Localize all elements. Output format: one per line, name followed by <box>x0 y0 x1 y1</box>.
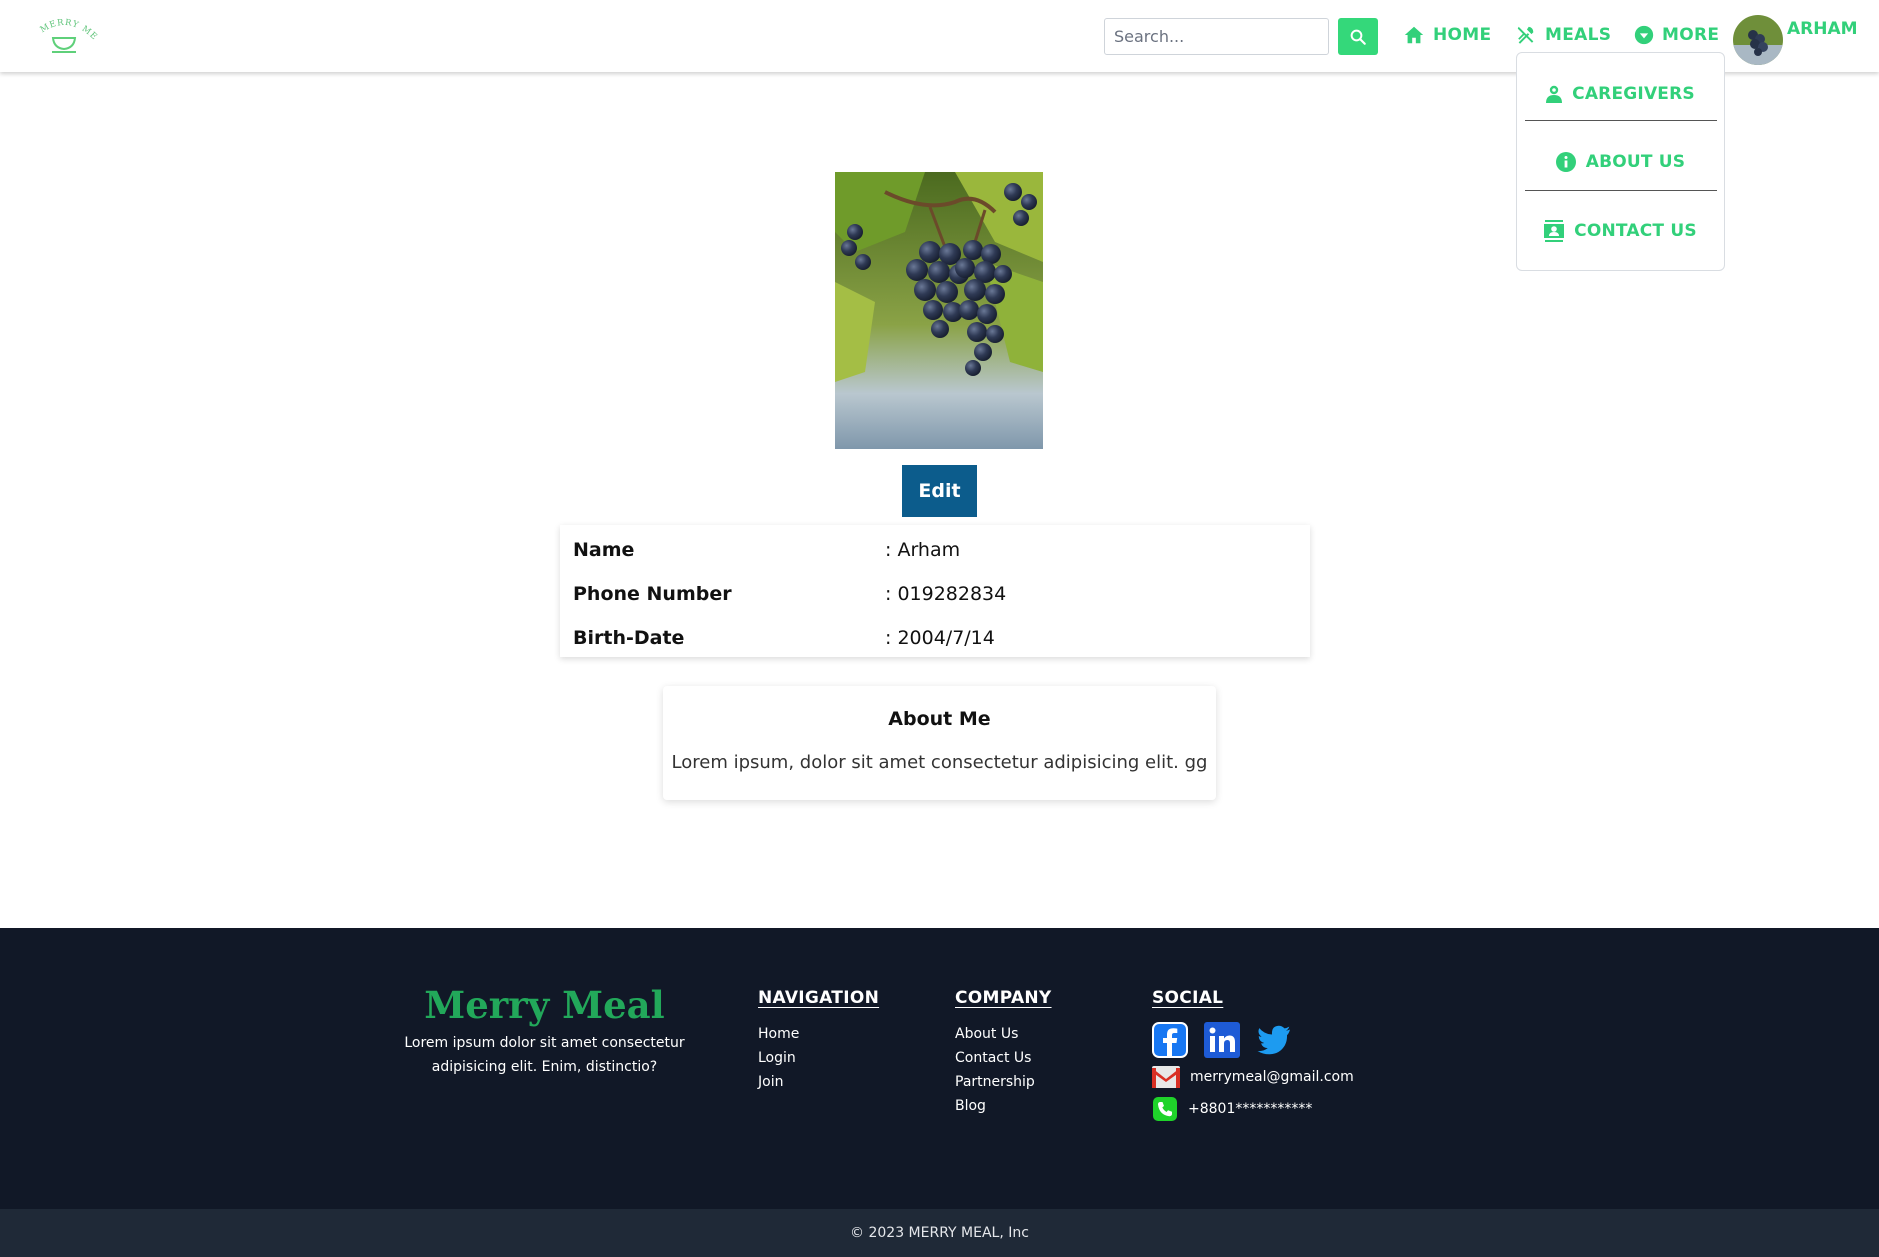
nav-meals[interactable]: MEALS <box>1515 20 1611 50</box>
info-row-phone: Phone Number : 019282834 <box>560 583 1310 613</box>
footer-navigation: NAVIGATION Home Login Join <box>758 988 879 1094</box>
footer-navigation-title: NAVIGATION <box>758 988 880 1008</box>
avatar-grapes-image <box>1733 15 1783 65</box>
user-avatar[interactable] <box>1733 15 1783 65</box>
footer-social-title: SOCIAL <box>1152 988 1224 1008</box>
info-icon <box>1555 152 1576 172</box>
footer-link-blog[interactable]: Blog <box>955 1094 1052 1118</box>
field-label: Phone Number <box>573 583 732 605</box>
utensils-icon <box>1517 26 1534 44</box>
nav-meals-label: MEALS <box>1545 25 1612 45</box>
person-icon <box>1546 85 1563 103</box>
footer-brand-text: Lorem ipsum dolor sit amet consectetur a… <box>404 1035 685 1075</box>
footer-link-join[interactable]: Join <box>758 1070 879 1094</box>
field-label: Name <box>573 539 635 561</box>
search-button[interactable] <box>1338 18 1378 55</box>
chevron-down-circle-icon <box>1634 25 1654 45</box>
field-value: : 2004/7/14 <box>885 627 995 649</box>
footer-link-home[interactable]: Home <box>758 1022 879 1046</box>
social-icons <box>1152 1022 1354 1058</box>
phone-icon <box>1153 1097 1177 1121</box>
footer-brand-name: Merry Meal <box>424 983 665 1027</box>
profile-info-card: Name : Arham Phone Number : 019282834 Bi… <box>560 525 1310 657</box>
search-input[interactable] <box>1104 18 1329 55</box>
footer-phone-row: +8801*********** <box>1152 1096 1354 1122</box>
user-name[interactable]: ARHAM <box>1787 19 1858 39</box>
merry-meal-logo[interactable]: MERRY MEAL <box>25 5 98 60</box>
nav-more-label: MORE <box>1662 25 1720 45</box>
dropdown-contact-label: CONTACT US <box>1574 221 1697 241</box>
field-value: : 019282834 <box>885 583 1007 605</box>
footer-link-contact-us[interactable]: Contact Us <box>955 1046 1052 1070</box>
gmail-icon <box>1152 1066 1180 1088</box>
profile-photo <box>835 172 1043 449</box>
about-me-title: About Me <box>888 708 991 730</box>
grapes-image <box>835 172 1043 449</box>
field-value: : Arham <box>885 539 961 561</box>
footer-phone[interactable]: +8801*********** <box>1188 1101 1312 1117</box>
footer-company-title: COMPANY <box>955 988 1052 1008</box>
dropdown-item-contact-us[interactable]: CONTACT US <box>1517 216 1724 246</box>
footer-company: COMPANY About Us Contact Us Partnership … <box>955 988 1052 1118</box>
field-label: Birth-Date <box>573 627 685 649</box>
info-row-birth-date: Birth-Date : 2004/7/14 <box>560 627 1310 657</box>
dropdown-about-label: ABOUT US <box>1585 152 1686 172</box>
facebook-icon[interactable] <box>1152 1022 1188 1058</box>
site-footer: Merry Meal Lorem ipsum dolor sit amet co… <box>0 928 1879 1209</box>
home-icon <box>1404 26 1424 44</box>
more-dropdown-menu: CAREGIVERS ABOUT US CONTACT US <box>1516 52 1725 271</box>
info-row-name: Name : Arham <box>560 539 1310 569</box>
dropdown-divider <box>1525 190 1717 191</box>
about-me-text: Lorem ipsum, dolor sit amet consectetur … <box>671 752 1208 773</box>
logo-icon: MERRY MEAL <box>25 5 98 53</box>
footer-link-partnership[interactable]: Partnership <box>955 1070 1052 1094</box>
about-me-card: About Me Lorem ipsum, dolor sit amet con… <box>663 686 1216 800</box>
nav-home-label: HOME <box>1433 25 1492 45</box>
nav-home[interactable]: HOME <box>1403 20 1491 50</box>
footer-brand: Merry Meal Lorem ipsum dolor sit amet co… <box>369 983 720 1079</box>
search-icon <box>1350 29 1366 45</box>
footer-email-row: merrymeal@gmail.com <box>1152 1066 1354 1088</box>
linkedin-icon[interactable] <box>1204 1022 1240 1058</box>
dropdown-divider <box>1525 120 1717 121</box>
edit-profile-button[interactable]: Edit <box>902 465 977 517</box>
dropdown-caregivers-label: CAREGIVERS <box>1572 84 1695 104</box>
dropdown-item-caregivers[interactable]: CAREGIVERS <box>1517 79 1724 109</box>
twitter-icon[interactable] <box>1256 1022 1292 1058</box>
footer-social: SOCIAL merrymeal@gmail.com +8801********… <box>1152 988 1354 1122</box>
nav-more[interactable]: MORE <box>1634 20 1719 50</box>
dropdown-item-about-us[interactable]: ABOUT US <box>1517 147 1724 177</box>
footer-email[interactable]: merrymeal@gmail.com <box>1190 1069 1354 1085</box>
footer-link-login[interactable]: Login <box>758 1046 879 1070</box>
footer-link-about-us[interactable]: About Us <box>955 1022 1052 1046</box>
copyright-text: © 2023 MERRY MEAL, Inc <box>850 1225 1029 1241</box>
contact-card-icon <box>1544 220 1565 242</box>
copyright-bar: © 2023 MERRY MEAL, Inc <box>0 1209 1879 1257</box>
